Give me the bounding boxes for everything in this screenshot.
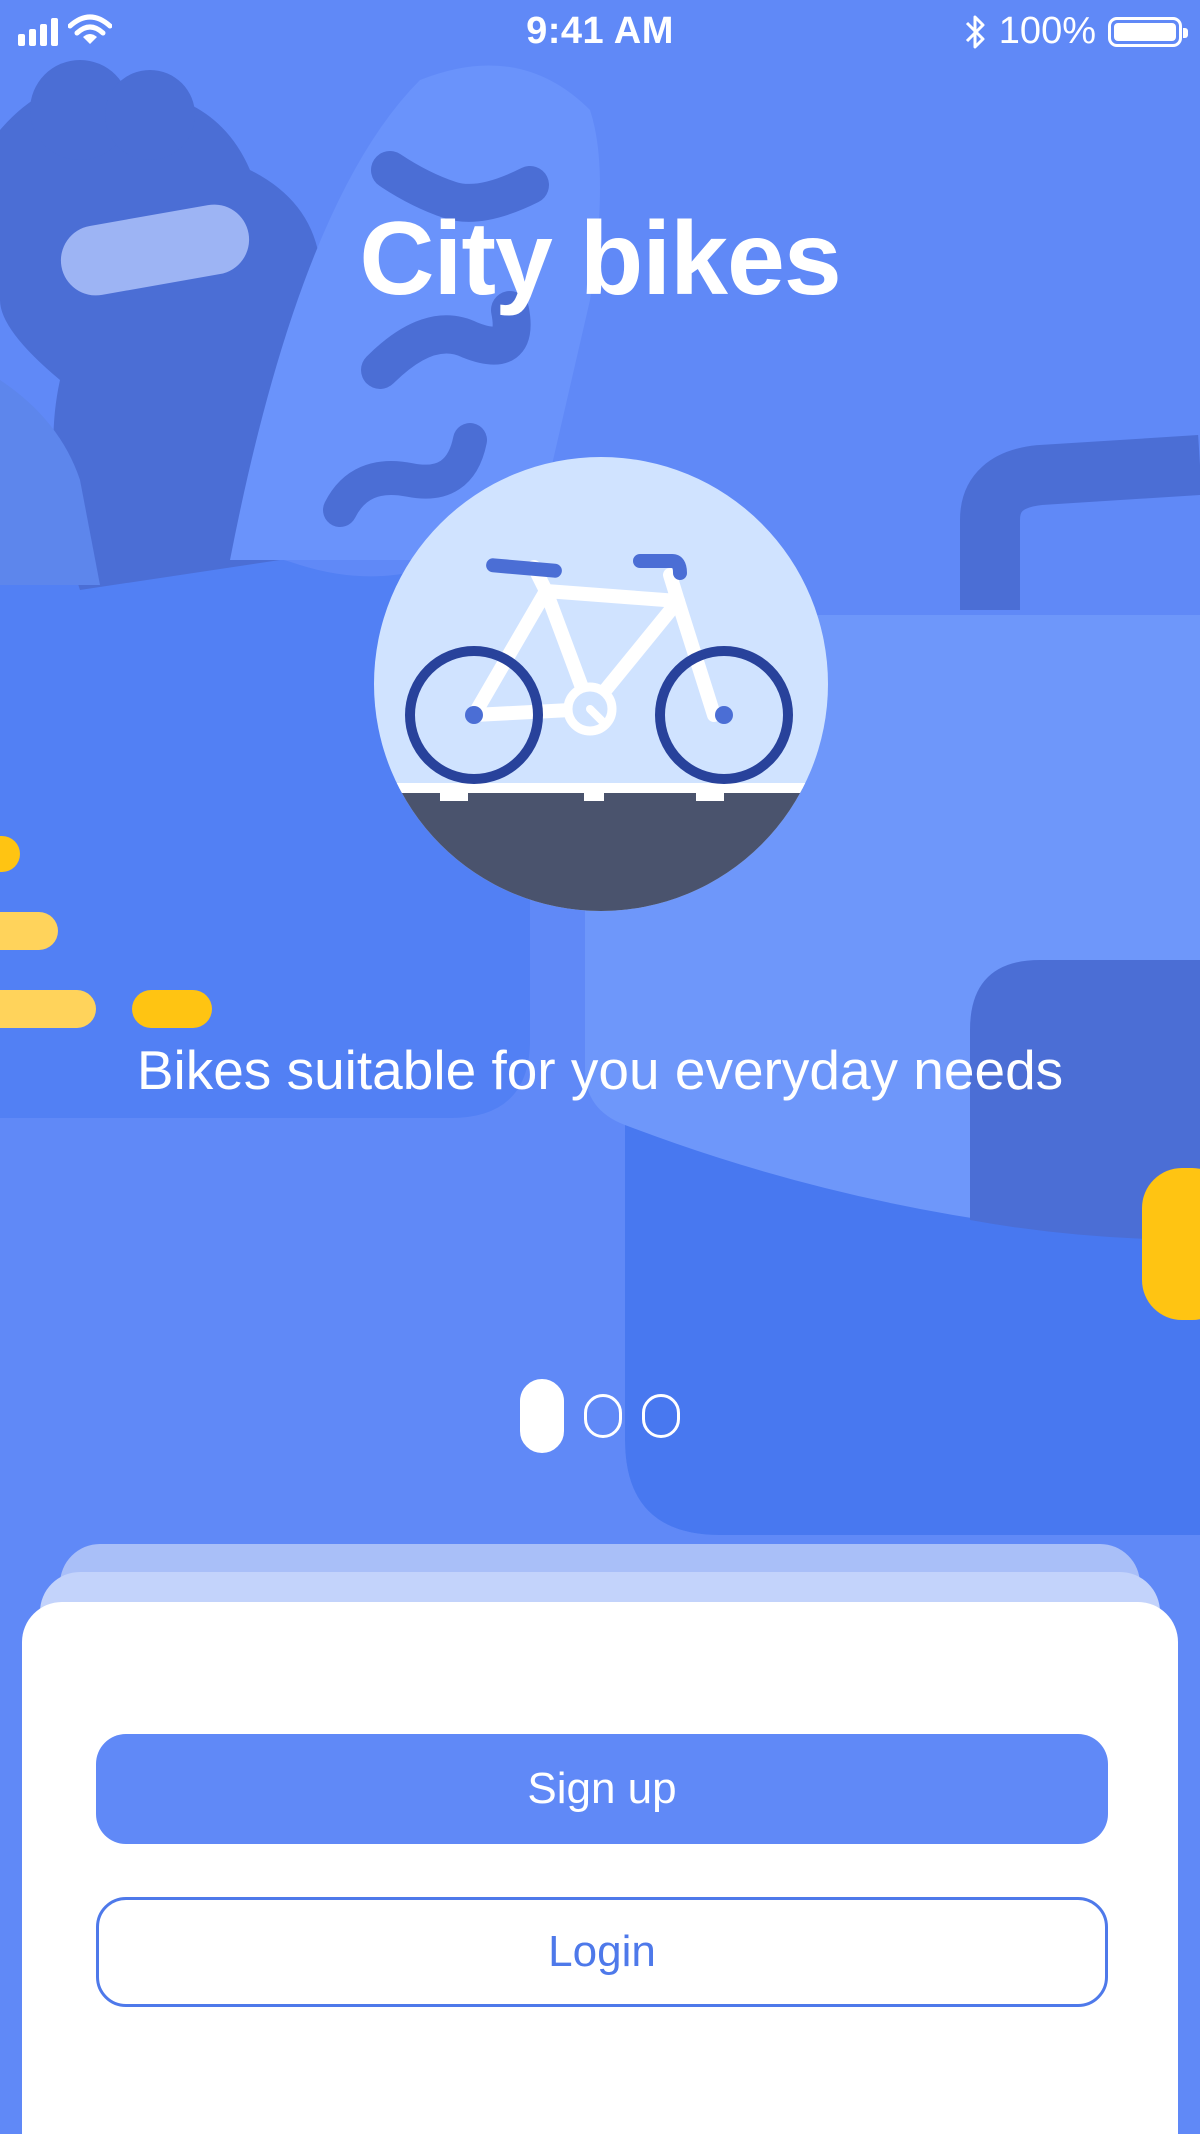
onboarding-subtitle: Bikes suitable for you everyday needs (136, 1039, 1064, 1101)
bike-icon (374, 457, 828, 911)
status-right: 100% (965, 10, 1188, 53)
battery-icon (1108, 16, 1188, 47)
page-dot-3[interactable] (642, 1394, 680, 1438)
login-button[interactable]: Login (96, 1897, 1108, 2007)
status-bar: 9:41 AM 100% (0, 0, 1200, 64)
battery-percentage: 100% (998, 10, 1096, 52)
auth-card (22, 1602, 1178, 2134)
onboarding-screen: 9:41 AM 100% City bikes Bikes suitable f… (0, 0, 1200, 2134)
page-title: City bikes (359, 201, 841, 317)
bluetooth-icon (965, 15, 985, 48)
page-dot-2[interactable] (584, 1394, 622, 1438)
page-dot-1[interactable] (520, 1379, 564, 1453)
signup-button[interactable]: Sign up (96, 1734, 1108, 1844)
page-indicator (0, 1379, 1200, 1453)
